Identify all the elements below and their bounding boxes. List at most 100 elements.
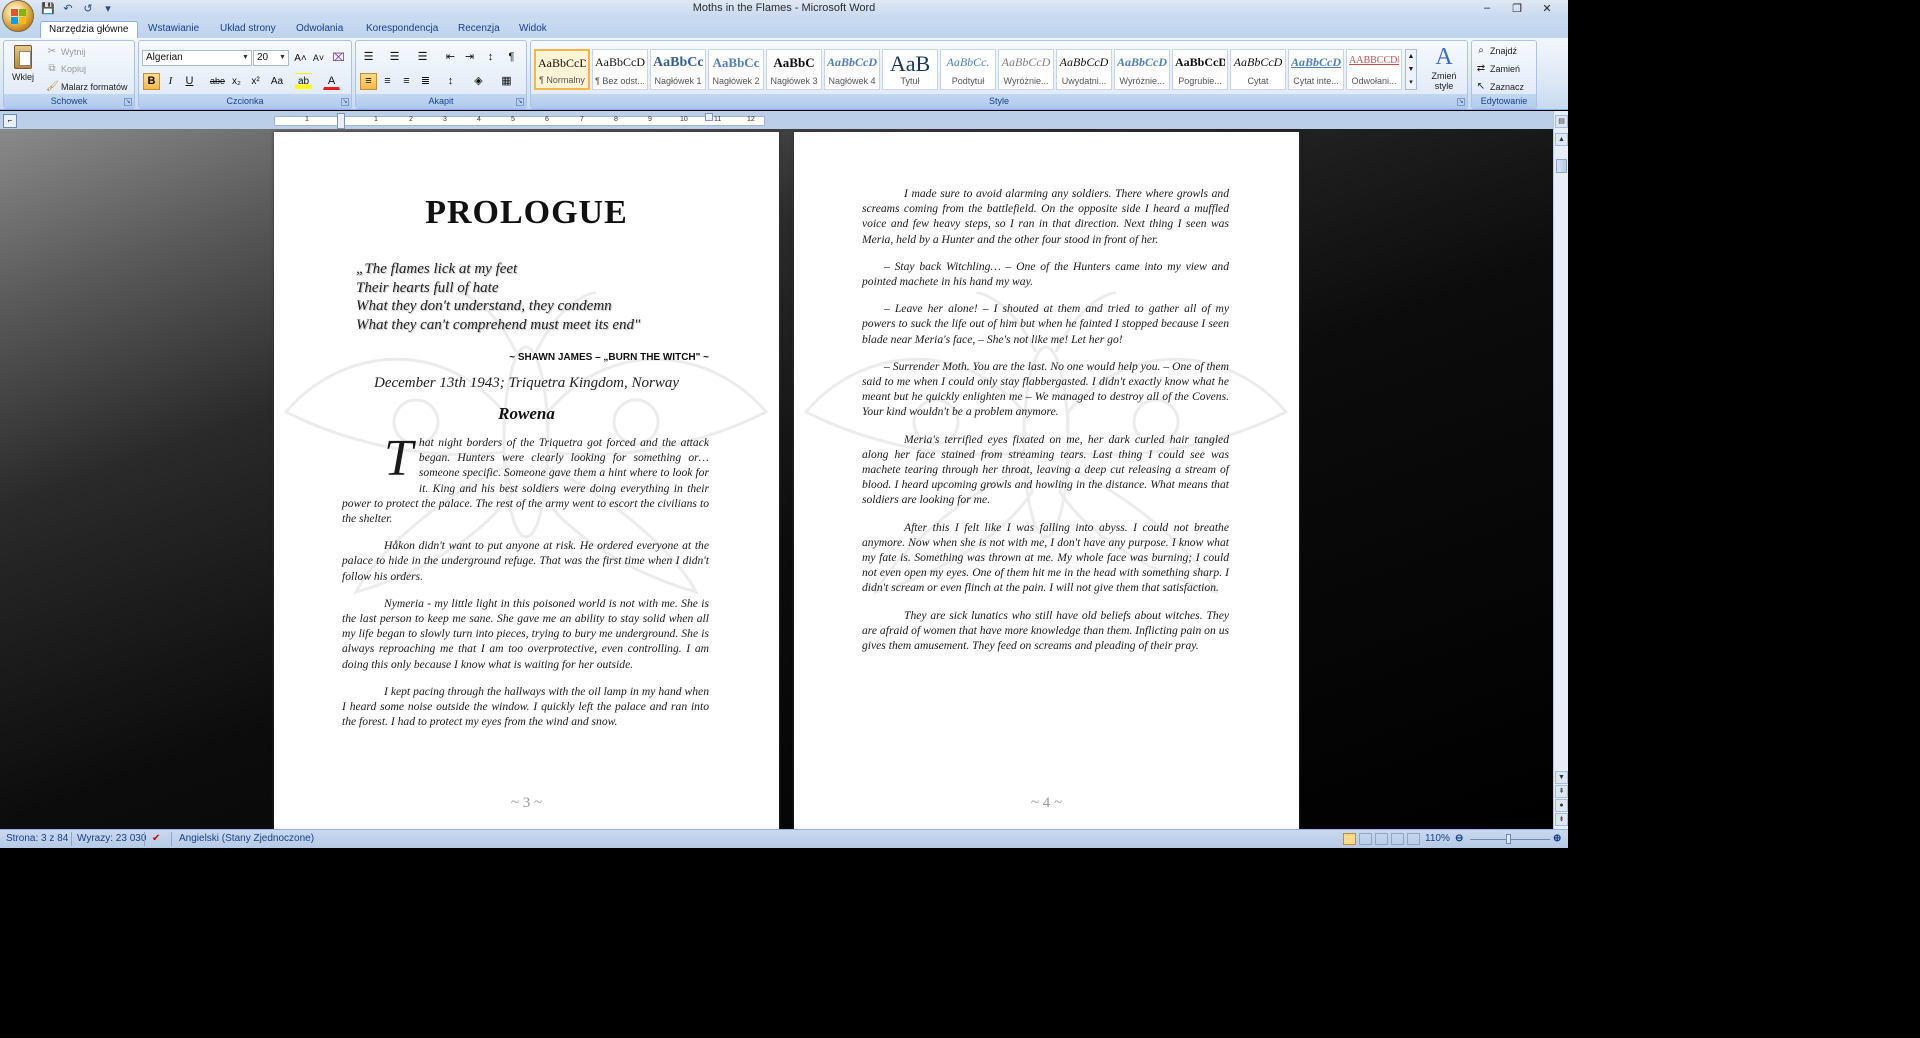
word-count[interactable]: Wyrazy: 23 030 — [77, 833, 146, 844]
style-quote[interactable]: AaBbCcD Cytat — [1230, 49, 1286, 90]
page-3[interactable]: PROLOGUE „The flames lick at my feet The… — [274, 132, 779, 832]
draft-icon[interactable] — [1407, 833, 1420, 845]
copy-button[interactable]: ⧉ Kopiuj — [46, 63, 86, 75]
browse-object-icon[interactable]: ● — [1555, 799, 1568, 812]
print-layout-icon[interactable] — [1343, 833, 1356, 845]
sort-button[interactable]: ↕ — [482, 49, 499, 66]
paste-button[interactable]: Wklej — [9, 45, 37, 91]
style-subtle-emphasis[interactable]: AaBbCcD Wyróżnie... — [998, 49, 1054, 90]
full-screen-reading-icon[interactable] — [1359, 833, 1372, 845]
style-name: Nagłówek 1 — [654, 76, 702, 86]
grow-font-button[interactable]: A˄ — [292, 50, 309, 67]
style-normal[interactable]: AaBbCcDc ¶ Normalny — [534, 49, 590, 90]
font-color-button[interactable]: A — [323, 73, 340, 90]
chevron-down-icon[interactable]: ▼ — [241, 52, 250, 64]
align-center-button[interactable]: ≡ — [379, 73, 396, 90]
scroll-down-icon[interactable]: ▼ — [1555, 771, 1568, 784]
tab-home[interactable]: Narzędzia główne — [40, 21, 138, 38]
style-intense-emphasis[interactable]: AaBbCcD Wyróżnie... — [1114, 49, 1170, 90]
borders-button[interactable]: ▦ — [498, 73, 515, 90]
superscript-button[interactable]: x² — [247, 73, 264, 90]
chevron-down-icon[interactable]: ▼ — [278, 52, 287, 64]
vertical-scrollbar[interactable]: ▤ ▲ ▼ ⇞ ● ⇟ — [1553, 111, 1568, 829]
tab-selector-icon[interactable]: ⌐ — [3, 114, 17, 128]
strikethrough-button[interactable]: abe — [209, 73, 226, 90]
maximize-button[interactable]: ❐ — [1502, 0, 1532, 16]
office-button[interactable] — [2, 0, 34, 32]
clipboard-launcher-icon[interactable]: ↘ — [124, 98, 132, 106]
page-count[interactable]: Strona: 3 z 84 — [6, 833, 68, 844]
format-painter-button[interactable]: 🖌 Malarz formatów — [46, 81, 128, 93]
web-layout-icon[interactable] — [1375, 833, 1388, 845]
increase-indent-button[interactable]: ⇥ — [461, 49, 478, 66]
styles-scroll[interactable]: ▲ ▼ ▾ — [1405, 49, 1417, 90]
next-page-icon[interactable]: ⇟ — [1555, 813, 1568, 826]
style-title[interactable]: AaB Tytuł — [882, 49, 938, 90]
tab-review[interactable]: Recenzja — [450, 21, 508, 38]
style-subtle-reference[interactable]: AABBCCDD Odwołani... — [1346, 49, 1402, 90]
indent-marker[interactable] — [337, 113, 345, 129]
horizontal-ruler[interactable]: 1 1 2 3 4 5 6 7 8 9 10 11 12 — [274, 113, 765, 129]
justify-button[interactable]: ≣ — [417, 73, 434, 90]
language-indicator[interactable]: Angielski (Stany Zjednoczone) — [179, 833, 314, 844]
change-case-button[interactable]: Aa — [267, 73, 287, 90]
multilevel-list-button[interactable]: ☰ — [414, 49, 431, 66]
align-left-button[interactable]: ≡ — [360, 73, 377, 90]
right-indent-marker[interactable] — [705, 113, 713, 121]
line-spacing-button[interactable]: ↕ — [442, 73, 459, 90]
decrease-indent-button[interactable]: ⇤ — [442, 49, 459, 66]
highlight-button[interactable]: ab — [295, 73, 312, 90]
close-button[interactable]: ✕ — [1532, 0, 1562, 16]
scroll-up-icon[interactable]: ▲ — [1555, 133, 1568, 146]
font-name-box[interactable]: Algerian ▼ — [142, 50, 252, 66]
tab-insert[interactable]: Wstawianie — [140, 21, 207, 38]
style-heading-4[interactable]: AaBbCcD Nagłówek 4 — [824, 49, 880, 90]
style-heading-2[interactable]: AaBbCc Nagłówek 2 — [708, 49, 764, 90]
page-4[interactable]: I made sure to avoid alarming any soldie… — [794, 132, 1299, 832]
bold-button[interactable]: B — [143, 73, 160, 90]
previous-page-icon[interactable]: ⇞ — [1555, 785, 1568, 798]
style-strong[interactable]: AaBbCcD Pogrubie... — [1172, 49, 1228, 90]
select-label: Zaznacz — [1490, 82, 1525, 92]
zoom-out-icon[interactable]: ⊖ — [1455, 833, 1463, 844]
zoom-level[interactable]: 110% — [1425, 833, 1450, 844]
ruler-toggle-icon[interactable]: ▤ — [1555, 115, 1568, 128]
font-launcher-icon[interactable]: ↘ — [341, 98, 349, 106]
proofing-icon[interactable]: ✔ — [152, 833, 160, 844]
tab-mailings[interactable]: Korespondencja — [358, 21, 446, 38]
shrink-font-button[interactable]: A˅ — [310, 50, 327, 67]
select-button[interactable]: ↖ Zaznacz — [1475, 81, 1524, 93]
underline-button[interactable]: U — [181, 73, 198, 90]
minimize-button[interactable]: – — [1472, 0, 1502, 16]
styles-launcher-icon[interactable]: ↘ — [1457, 98, 1465, 106]
style-no-spacing[interactable]: AaBbCcDc ¶ Bez odst... — [592, 49, 648, 90]
page-3-body: That night borders of the Triquetra got … — [342, 433, 709, 741]
replace-button[interactable]: ⇄ Zamień — [1475, 63, 1520, 75]
paragraph-launcher-icon[interactable]: ↘ — [516, 98, 524, 106]
style-subtitle[interactable]: AaBbCc. Podtytuł — [940, 49, 996, 90]
font-group-label: Czcionka — [139, 94, 351, 108]
numbering-button[interactable]: ☰ — [386, 49, 403, 66]
subscript-button[interactable]: x₂ — [228, 73, 245, 90]
bullets-button[interactable]: ☰ — [360, 49, 377, 66]
tab-references[interactable]: Odwołania — [288, 21, 351, 38]
style-heading-1[interactable]: AaBbCc Nagłówek 1 — [650, 49, 706, 90]
outline-icon[interactable] — [1391, 833, 1404, 845]
show-formatting-button[interactable]: ¶ — [503, 49, 520, 66]
change-styles-button[interactable]: A Zmień style — [1422, 43, 1466, 91]
shading-button[interactable]: ◈ — [470, 73, 487, 90]
italic-button[interactable]: I — [162, 73, 179, 90]
tab-view[interactable]: Widok — [511, 21, 555, 38]
tab-page-layout[interactable]: Układ strony — [212, 21, 284, 38]
align-right-button[interactable]: ≡ — [398, 73, 415, 90]
zoom-slider-thumb[interactable] — [1506, 834, 1511, 844]
style-heading-3[interactable]: AaBbC Nagłówek 3 — [766, 49, 822, 90]
find-button[interactable]: ⌕ Znajdź — [1475, 45, 1517, 57]
clear-formatting-button[interactable]: ⌧ — [330, 50, 347, 67]
style-emphasis[interactable]: AaBbCcD Uwydatni... — [1056, 49, 1112, 90]
cut-button[interactable]: ✂ Wytnij — [46, 46, 86, 58]
style-intense-quote[interactable]: AaBbCcD Cytat inte... — [1288, 49, 1344, 90]
font-size-box[interactable]: 20 ▼ — [253, 50, 289, 66]
scroll-thumb[interactable] — [1556, 159, 1567, 173]
zoom-in-icon[interactable]: ⊕ — [1553, 833, 1561, 844]
